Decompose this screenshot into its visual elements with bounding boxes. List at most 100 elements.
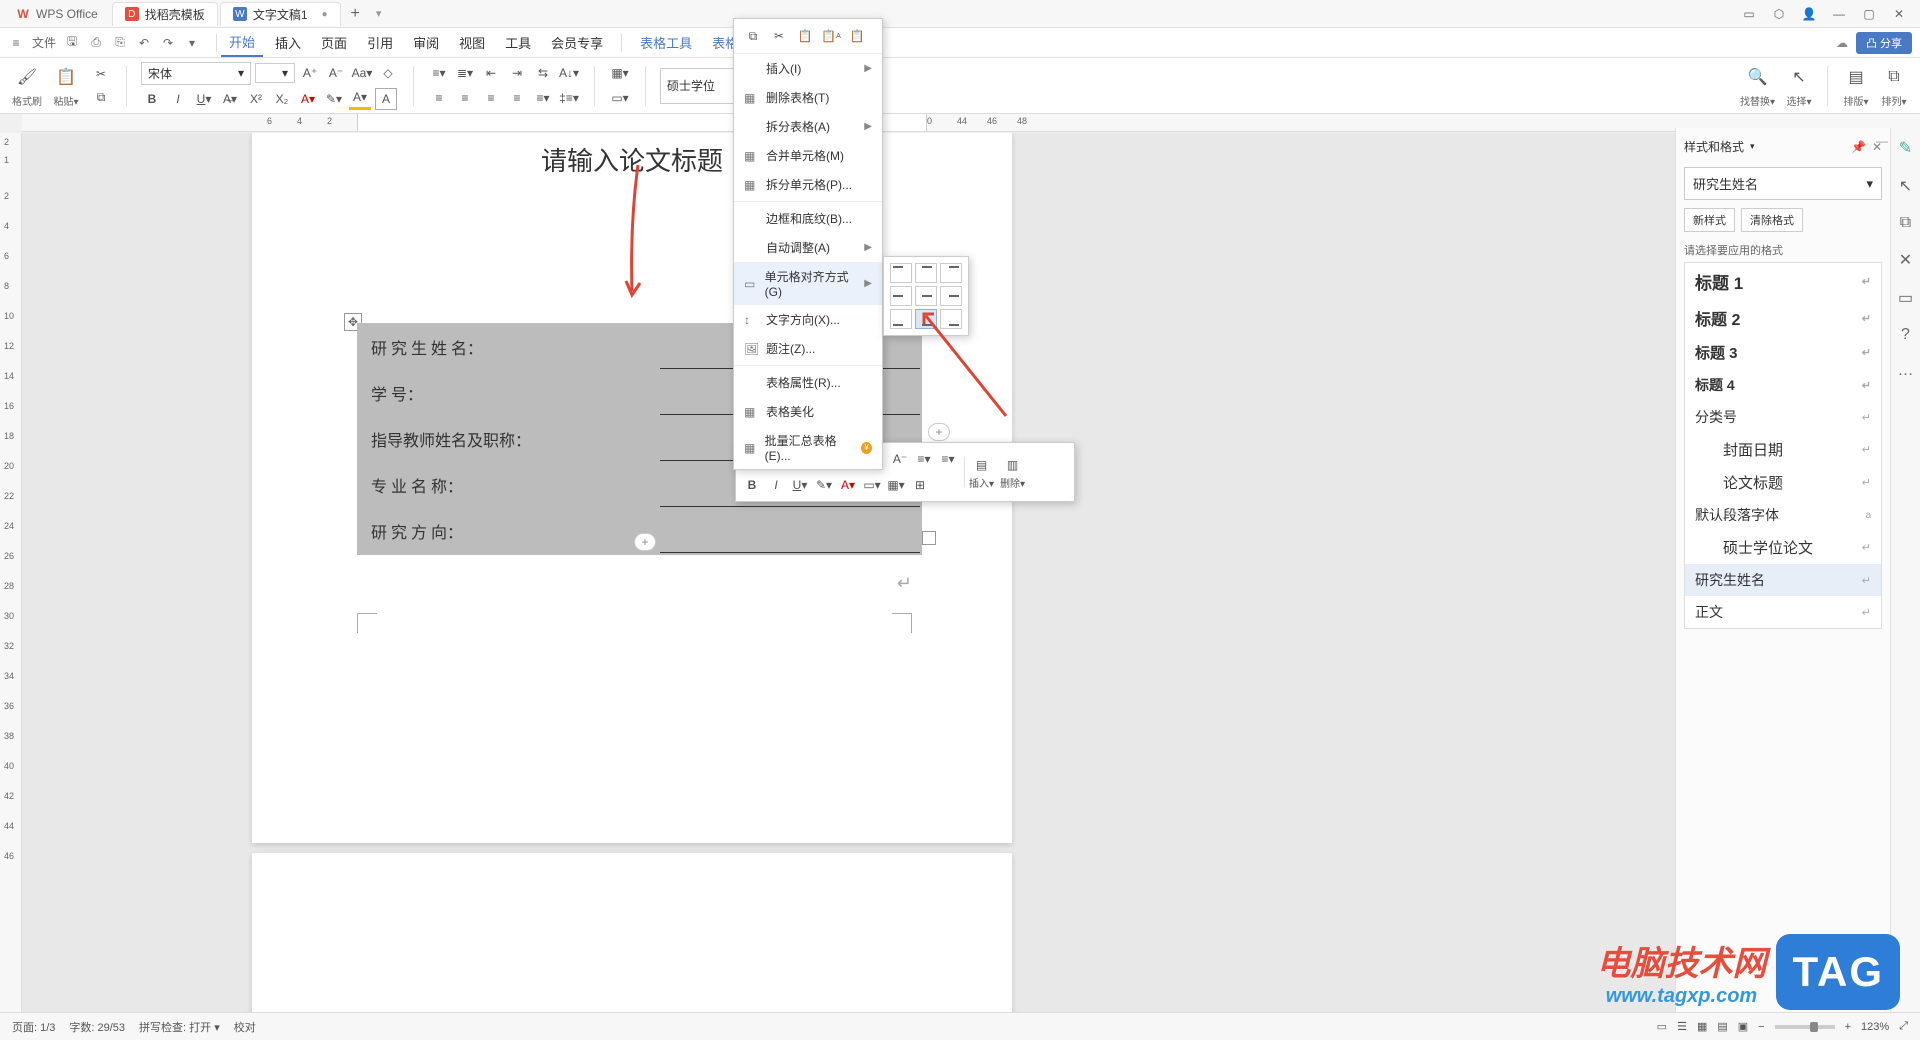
tab-document[interactable]: W 文字文稿1 ● — [220, 2, 341, 26]
app-tab[interactable]: W WPS Office — [4, 2, 110, 26]
new-style-button[interactable]: 新样式 — [1684, 208, 1735, 232]
save-icon[interactable]: 🖫 — [64, 32, 80, 53]
side-cursor-icon[interactable]: ↖ — [1899, 176, 1912, 196]
ctx-insert[interactable]: 插入(I)▶ — [734, 54, 882, 83]
avatar-icon[interactable]: 👤 — [1800, 7, 1818, 21]
find-replace-group[interactable]: 🔍 找替换▾ — [1740, 63, 1775, 108]
style-item[interactable]: 硕士学位论文↵ — [1685, 531, 1881, 564]
bold-icon[interactable]: B — [141, 88, 163, 110]
ctx-table-beautify[interactable]: ▦表格美化 — [734, 397, 882, 426]
mini-bold-icon[interactable]: B — [742, 475, 762, 495]
tab-view[interactable]: 视图 — [451, 29, 493, 56]
view-mode-icon[interactable]: ▣ — [1738, 1020, 1748, 1033]
align-top-center[interactable] — [915, 263, 937, 283]
style-item-selected[interactable]: 研究生姓名↵ — [1685, 564, 1881, 596]
share-button[interactable]: 凸 分享 — [1856, 32, 1912, 54]
mini-bullets-icon[interactable]: ≡▾ — [914, 449, 934, 469]
tab-reference[interactable]: 引用 — [359, 29, 401, 56]
horizontal-ruler[interactable]: 6 4 2 2 4 6 8 10 12 14 16 18 20 24 26 28… — [22, 114, 1920, 132]
tab-insert[interactable]: 插入 — [267, 29, 309, 56]
tab-start[interactable]: 开始 — [221, 28, 263, 57]
view-mode-icon[interactable]: ▤ — [1717, 1020, 1727, 1033]
view-mode-icon[interactable]: ☰ — [1677, 1020, 1687, 1033]
style-selector-1[interactable]: 硕士学位 — [660, 68, 735, 104]
paste-group[interactable]: 📋 粘贴▾ — [52, 63, 80, 108]
tab-page[interactable]: 页面 — [313, 29, 355, 56]
font-name-select[interactable]: 宋体▾ — [141, 62, 251, 85]
paste-special-icon[interactable]: 📋A — [822, 27, 840, 45]
mini-delete-group[interactable]: ▥ 删除▾ — [1000, 455, 1025, 490]
mini-underline-icon[interactable]: U▾ — [790, 475, 810, 495]
style-item[interactable]: 标题 1↵ — [1685, 263, 1881, 300]
win-icon[interactable]: ⬡ — [1770, 7, 1788, 21]
bullets-icon[interactable]: ≡▾ — [428, 62, 450, 84]
table-resize-handle[interactable] — [922, 531, 936, 545]
ctx-table-properties[interactable]: 表格属性(R)... — [734, 368, 882, 397]
border-icon[interactable]: ▦▾ — [609, 62, 631, 84]
numbering-icon[interactable]: ≣▾ — [454, 62, 476, 84]
mini-more-icon[interactable]: ⊞ — [910, 475, 930, 495]
tab-table-tools[interactable]: 表格工具 — [632, 29, 700, 56]
mini-insert-group[interactable]: ▤ 插入▾ — [969, 455, 994, 490]
view-mode-icon[interactable]: ▦ — [1697, 1020, 1707, 1033]
hamburger-icon[interactable]: ≡ — [8, 36, 24, 50]
mini-border-icon[interactable]: ▦▾ — [886, 475, 906, 495]
align-justify-icon[interactable]: ≡ — [506, 87, 528, 109]
spellcheck-status[interactable]: 拼写检查: 打开 ▾ — [139, 1019, 220, 1035]
style-item[interactable]: 分类号↵ — [1685, 401, 1881, 433]
clear-format-button[interactable]: 清除格式 — [1741, 208, 1803, 232]
align-top-right[interactable] — [940, 263, 962, 283]
page-indicator[interactable]: 页面: 1/3 — [12, 1019, 55, 1035]
cut-icon[interactable]: ✂ — [770, 27, 788, 45]
maximize-button[interactable]: ▢ — [1860, 7, 1878, 21]
mini-highlight-icon[interactable]: ✎▾ — [814, 475, 834, 495]
style-item[interactable]: 默认段落字体a — [1685, 499, 1881, 531]
print-icon[interactable]: ⎙ — [88, 35, 104, 50]
pin-icon[interactable]: 📌 — [1851, 140, 1866, 154]
close-button[interactable]: ✕ — [1890, 7, 1908, 21]
collapse-panel-button[interactable]: — — [1874, 133, 1890, 149]
tab-add-button[interactable]: + — [343, 5, 368, 23]
decrease-font-icon[interactable]: A⁻ — [325, 62, 347, 84]
tab-review[interactable]: 审阅 — [405, 29, 447, 56]
side-layers-icon[interactable]: ⧉ — [1900, 214, 1911, 232]
tab-menu-button[interactable]: ▾ — [368, 7, 390, 20]
zoom-in-button[interactable]: + — [1845, 1021, 1851, 1033]
tab-icon[interactable]: ⇆ — [532, 62, 554, 84]
copy-icon[interactable]: ⧉ — [90, 87, 112, 109]
ctx-cell-alignment[interactable]: ▭单元格对齐方式(G)▶ — [734, 262, 882, 305]
fit-icon[interactable]: ⤢ — [1899, 1020, 1908, 1033]
format-brush-group[interactable]: 🖌 格式刷 — [12, 63, 42, 108]
side-crossref-icon[interactable]: ✕ — [1899, 250, 1912, 270]
ctx-text-direction[interactable]: ↕文字方向(X)... — [734, 305, 882, 334]
vertical-ruler[interactable]: 2 1 2 4 6 8 10 12 14 16 18 20 22 24 26 2… — [0, 133, 22, 1012]
ctx-delete-table[interactable]: ▦删除表格(T) — [734, 83, 882, 112]
cloud-icon[interactable]: ☁ — [1836, 36, 1848, 50]
view-mode-icon[interactable]: ▭ — [1657, 1020, 1667, 1033]
style-list[interactable]: 标题 1↵ 标题 2↵ 标题 3↵ 标题 4↵ 分类号↵ 封面日期↵ 论文标题↵… — [1684, 262, 1882, 629]
mini-shading-icon[interactable]: ▭▾ — [862, 475, 882, 495]
align-right-icon[interactable]: ≡ — [480, 87, 502, 109]
side-more-icon[interactable]: … — [1898, 362, 1914, 380]
style-item[interactable]: 论文标题↵ — [1685, 466, 1881, 499]
layout-group[interactable]: ▤ 排版▾ — [1842, 63, 1870, 108]
redo-icon[interactable]: ↷ — [160, 36, 176, 50]
shading-icon[interactable]: A▾ — [349, 88, 371, 110]
mini-font-color-icon[interactable]: A▾ — [838, 475, 858, 495]
align-top-left[interactable] — [890, 263, 912, 283]
align-middle-right[interactable] — [940, 286, 962, 306]
underline-icon[interactable]: U▾ — [193, 88, 215, 110]
char-border-icon[interactable]: A — [375, 88, 397, 110]
add-column-button[interactable]: + — [928, 423, 950, 441]
indent-dec-icon[interactable]: ⇤ — [480, 62, 502, 84]
style-item[interactable]: 正文↵ — [1685, 596, 1881, 628]
proofing-status[interactable]: 校对 — [234, 1019, 256, 1035]
paste-icon[interactable]: 📋 — [796, 27, 814, 45]
copy-icon[interactable]: ⧉ — [744, 27, 762, 45]
style-item[interactable]: 封面日期↵ — [1685, 433, 1881, 466]
zoom-level[interactable]: 123% — [1861, 1021, 1889, 1033]
side-edit-icon[interactable]: ✎ — [1899, 138, 1912, 158]
align-middle-center[interactable] — [915, 286, 937, 306]
paste-keep-icon[interactable]: 📋 — [848, 27, 866, 45]
undo-icon[interactable]: ↶ — [136, 36, 152, 50]
